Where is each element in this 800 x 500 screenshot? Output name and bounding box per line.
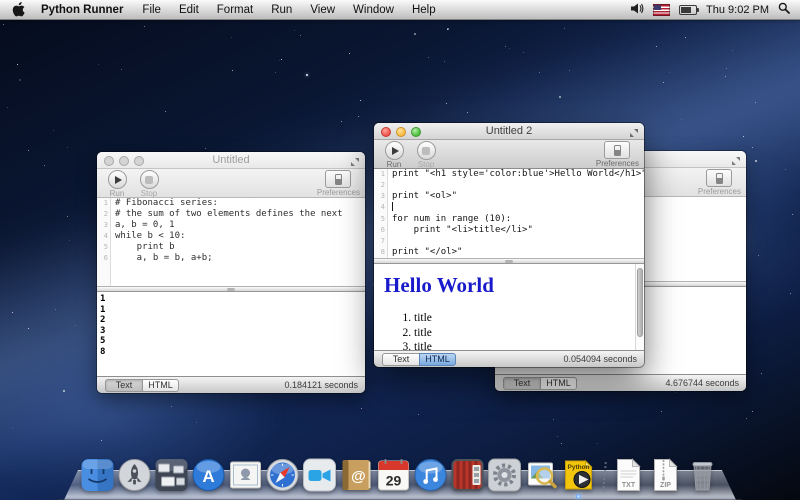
dock-app-store-icon[interactable]: A	[192, 458, 226, 492]
dock-txt-doc-icon[interactable]: TXT	[612, 458, 646, 492]
menu-view[interactable]: View	[301, 4, 344, 16]
svg-text:Python: Python	[568, 464, 590, 471]
run-time: 4.676744 seconds	[665, 378, 739, 388]
left-output-lines: 112358	[97, 292, 365, 357]
svg-text:TXT: TXT	[622, 482, 636, 489]
output-mode-segmented-control: TextHTML	[105, 379, 179, 392]
window-untitled[interactable]: Untitled Run Stop Preferences 1# Fibonac…	[97, 152, 365, 393]
run-time: 0.184121 seconds	[284, 380, 358, 390]
window-title: Untitled 2	[486, 125, 532, 137]
window-controls	[381, 127, 421, 137]
bottom-bar: TextHTML 0.054094 seconds	[374, 350, 644, 367]
menu-items: FileEditFormatRunViewWindowHelp	[133, 4, 444, 16]
svg-text:29: 29	[386, 473, 402, 489]
svg-text:ZIP: ZIP	[660, 482, 671, 489]
title-bar[interactable]: Untitled	[97, 152, 365, 169]
output-mode-segmented-control: TextHTML	[382, 353, 456, 366]
toolbar: Run Stop Preferences	[97, 169, 365, 198]
menu-clock[interactable]: Thu 9:02 PM	[706, 4, 769, 16]
dock-mission-control-icon[interactable]	[155, 458, 189, 492]
output-view[interactable]: Hello World titletitletitletitletitletit…	[374, 264, 644, 350]
zoom-button[interactable]	[134, 156, 144, 166]
run-button[interactable]	[385, 141, 404, 160]
minimize-button[interactable]	[119, 156, 129, 166]
preferences-icon	[716, 173, 723, 184]
dock-icons: A @29 Python TXT ZIP	[81, 458, 720, 492]
window-title: Untitled	[212, 154, 249, 166]
tab-text[interactable]: Text	[382, 353, 419, 366]
dock-mail-icon[interactable]	[229, 458, 263, 492]
minimize-button[interactable]	[396, 127, 406, 137]
menu-help[interactable]: Help	[403, 4, 445, 16]
apple-menu-icon[interactable]	[12, 2, 25, 17]
stop-button[interactable]	[417, 141, 436, 160]
bottom-bar: TextHTML 0.184121 seconds	[97, 376, 365, 393]
toolbar: Run Stop Preferences	[374, 140, 644, 169]
dock-system-preferences-icon[interactable]	[488, 458, 522, 492]
dock-zip-doc-icon[interactable]: ZIP	[649, 458, 683, 492]
code-editor[interactable]: 1print "<h1 style='color:blue'>Hello Wor…	[374, 169, 644, 258]
dock-trash-icon[interactable]	[686, 458, 720, 492]
code-editor[interactable]: 1# Fibonacci series:2# the sum of two el…	[97, 198, 365, 286]
dock-photo-booth-icon[interactable]	[451, 458, 485, 492]
dock-python-runner-icon[interactable]: Python	[562, 458, 596, 492]
dock-divider	[599, 460, 609, 492]
fullscreen-icon[interactable]	[731, 155, 741, 165]
tab-text[interactable]: Text	[105, 379, 142, 392]
run-button[interactable]	[108, 170, 127, 189]
app-menu-title[interactable]: Python Runner	[31, 4, 133, 16]
tab-html[interactable]: HTML	[142, 379, 179, 392]
tab-html[interactable]: HTML	[540, 377, 577, 390]
menu-format[interactable]: Format	[208, 4, 262, 16]
text-caret	[392, 202, 393, 211]
menu-window[interactable]: Window	[344, 4, 403, 16]
svg-text:@: @	[351, 468, 366, 485]
spotlight-icon[interactable]	[778, 2, 790, 17]
menu-run[interactable]: Run	[262, 4, 301, 16]
run-time: 0.054094 seconds	[563, 354, 637, 364]
svg-text:A: A	[202, 467, 214, 486]
dock-launchpad-icon[interactable]	[118, 458, 152, 492]
dock-address-book-icon[interactable]: @	[340, 458, 374, 492]
desktop[interactable]: Python Runner FileEditFormatRunViewWindo…	[0, 0, 800, 500]
tab-html[interactable]: HTML	[419, 353, 456, 366]
menu-status-area: Thu 9:02 PM	[631, 2, 790, 17]
fullscreen-icon[interactable]	[350, 156, 360, 166]
input-language-flag-icon[interactable]	[653, 4, 670, 16]
title-bar[interactable]: Untitled 2	[374, 123, 644, 140]
preferences-button[interactable]	[604, 141, 630, 159]
dock-facetime-icon[interactable]	[303, 458, 337, 492]
preferences-icon	[614, 145, 621, 156]
battery-icon[interactable]	[679, 5, 697, 15]
preferences-icon	[335, 174, 342, 185]
zoom-button[interactable]	[411, 127, 421, 137]
stop-button[interactable]	[140, 170, 159, 189]
close-button[interactable]	[381, 127, 391, 137]
menu-file[interactable]: File	[133, 4, 170, 16]
dock-finder-icon[interactable]	[81, 458, 115, 492]
output-view[interactable]: 112358	[97, 292, 365, 376]
fullscreen-icon[interactable]	[629, 127, 639, 137]
dock-itunes-icon[interactable]	[414, 458, 448, 492]
bottom-bar: TextHTML 4.676744 seconds	[495, 374, 746, 391]
tab-text[interactable]: Text	[503, 377, 540, 390]
scrollbar-thumb[interactable]	[637, 268, 643, 337]
menu-bar: Python Runner FileEditFormatRunViewWindo…	[0, 0, 800, 20]
preferences-button[interactable]	[325, 170, 351, 188]
dock-preview-icon[interactable]	[525, 458, 559, 492]
window-controls	[104, 156, 144, 166]
output-mode-segmented-control: TextHTML	[503, 377, 577, 390]
middle-output-list: titletitletitletitletitletitle	[384, 311, 634, 350]
scrollbar[interactable]	[635, 264, 644, 350]
window-untitled-2[interactable]: Untitled 2 Run Stop Preferences 1print "…	[374, 123, 644, 367]
dock-ical-icon[interactable]: 29	[377, 458, 411, 492]
preferences-button[interactable]	[706, 169, 732, 187]
volume-icon[interactable]	[631, 3, 644, 17]
close-button[interactable]	[104, 156, 114, 166]
dock-safari-icon[interactable]	[266, 458, 300, 492]
middle-output-heading: Hello World	[384, 273, 634, 298]
dock: A @29 Python TXT ZIP	[0, 440, 800, 500]
menu-edit[interactable]: Edit	[170, 4, 208, 16]
